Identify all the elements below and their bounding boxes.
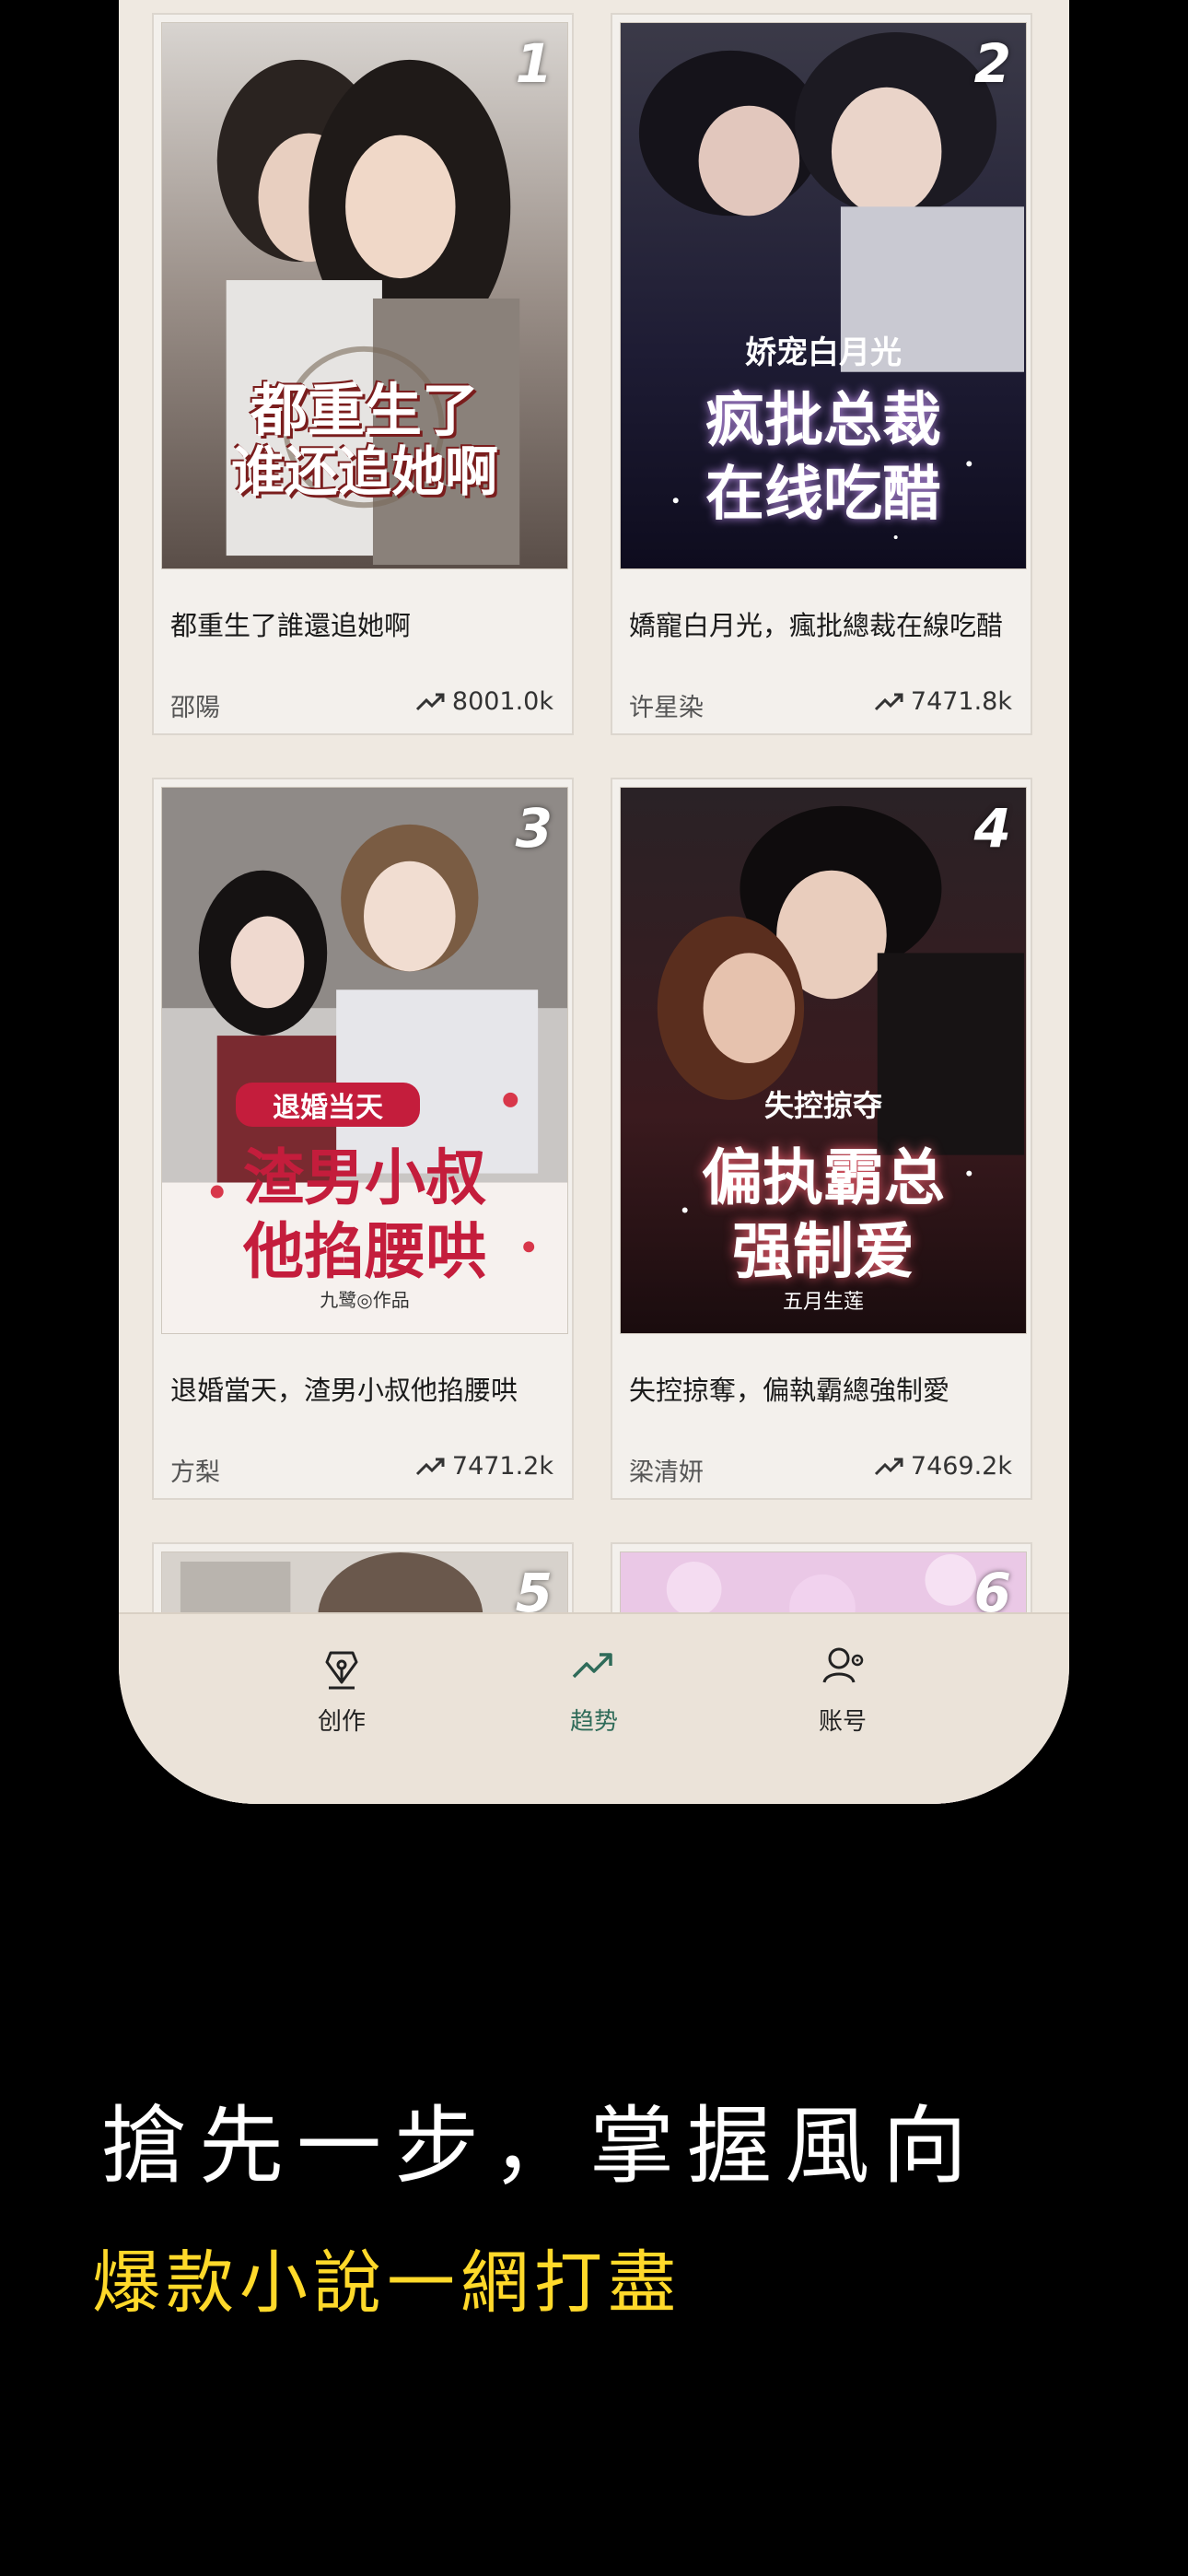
book-cover-image: 娇宠白月光 疯批总裁 在线吃醋 2 bbox=[620, 22, 1027, 569]
book-cover-image: 退婚当天 渣男小叔 他掐腰哄 九鹭◎作品 3 bbox=[161, 787, 568, 1334]
cover-subtitle: 失控掠夺 bbox=[763, 1088, 882, 1123]
trending-up-icon bbox=[874, 1458, 903, 1475]
screenshot-page: 都重生了 谁还追她啊 1 都重生了誰還追她啊 邵陽 8001.0k 娇宠白月光 … bbox=[0, 0, 1188, 2576]
tab-create[interactable]: 创作 bbox=[268, 1640, 415, 1737]
cover-subtitle: 退婚当天 bbox=[236, 1083, 420, 1127]
views-count: 7469.2k bbox=[910, 1452, 1012, 1481]
book-title[interactable]: 退婚當天，渣男小叔他掐腰哄 bbox=[170, 1369, 557, 1411]
trending-up-icon bbox=[415, 1458, 445, 1475]
cover-title-line: 强制爱 bbox=[732, 1215, 914, 1287]
book-cover-image: 失控掠夺 偏执霸总 强制爱 五月生莲 4 bbox=[620, 787, 1027, 1334]
book-views: 7471.8k bbox=[874, 687, 1012, 716]
views-count: 7471.2k bbox=[451, 1452, 553, 1481]
tab-label: 创作 bbox=[317, 1708, 366, 1736]
trending-up-icon bbox=[874, 693, 903, 710]
tab-trends[interactable]: 趋势 bbox=[520, 1640, 668, 1737]
promo-headline: 搶先一步，掌握風向 bbox=[101, 2097, 981, 2195]
cover-title-line: 在线吃醋 bbox=[705, 460, 941, 529]
views-count: 7471.8k bbox=[910, 687, 1012, 716]
book-author: 梁清妍 bbox=[629, 1458, 704, 1487]
book-views: 7471.2k bbox=[415, 1452, 553, 1481]
cover-title-line: 他掐腰哄 bbox=[243, 1215, 486, 1287]
cover-credit: 五月生莲 bbox=[782, 1291, 864, 1314]
rank-number: 4 bbox=[973, 797, 1011, 860]
cover-credit: 九鹭◎作品 bbox=[320, 1289, 410, 1311]
book-card[interactable]: 失控掠夺 偏执霸总 强制爱 五月生莲 4 失控掠奪，偏執霸總強制愛 梁清妍 74… bbox=[611, 778, 1032, 1500]
book-views: 8001.0k bbox=[415, 687, 553, 716]
rank-number: 2 bbox=[973, 32, 1011, 95]
book-cover-image: 都重生了 谁还追她啊 1 bbox=[161, 22, 568, 569]
bottom-tab-bar: 创作 趋势 账号 bbox=[119, 1612, 1069, 1804]
rank-number: 1 bbox=[515, 32, 553, 95]
book-card[interactable]: 娇宠白月光 疯批总裁 在线吃醋 2 嬌寵白月光，瘋批總裁在線吃醋 许星染 747… bbox=[611, 13, 1032, 735]
tab-label: 账号 bbox=[818, 1708, 867, 1736]
user-settings-icon bbox=[822, 1647, 864, 1683]
cover-subtitle: 娇宠白月光 bbox=[745, 334, 902, 371]
book-card[interactable]: 都重生了 谁还追她啊 1 都重生了誰還追她啊 邵陽 8001.0k bbox=[152, 13, 574, 735]
pen-nib-icon bbox=[325, 1651, 358, 1690]
tab-label: 趋势 bbox=[569, 1708, 618, 1736]
book-author: 许星染 bbox=[629, 694, 704, 722]
tab-account[interactable]: 账号 bbox=[769, 1640, 916, 1737]
rank-number: 3 bbox=[515, 797, 553, 860]
promo-subline: 爆款小說一網打盡 bbox=[92, 2243, 681, 2323]
book-author: 方梨 bbox=[170, 1458, 220, 1487]
book-title[interactable]: 都重生了誰還追她啊 bbox=[170, 604, 557, 647]
trending-up-icon bbox=[415, 693, 445, 710]
book-title[interactable]: 嬌寵白月光，瘋批總裁在線吃醋 bbox=[629, 604, 1016, 647]
cover-title-line: 谁还追她啊 bbox=[230, 440, 498, 503]
book-author: 邵陽 bbox=[170, 694, 220, 722]
views-count: 8001.0k bbox=[451, 687, 553, 716]
trending-up-icon bbox=[572, 1653, 612, 1679]
book-title[interactable]: 失控掠奪，偏執霸總強制愛 bbox=[629, 1369, 1016, 1411]
phone-mockup: 都重生了 谁还追她啊 1 都重生了誰還追她啊 邵陽 8001.0k 娇宠白月光 … bbox=[119, 0, 1069, 1804]
book-views: 7469.2k bbox=[874, 1452, 1012, 1481]
book-card[interactable]: 退婚当天 渣男小叔 他掐腰哄 九鹭◎作品 3 退婚當天，渣男小叔他掐腰哄 方梨 … bbox=[152, 778, 574, 1500]
cover-title-line: 疯批总裁 bbox=[705, 386, 941, 455]
